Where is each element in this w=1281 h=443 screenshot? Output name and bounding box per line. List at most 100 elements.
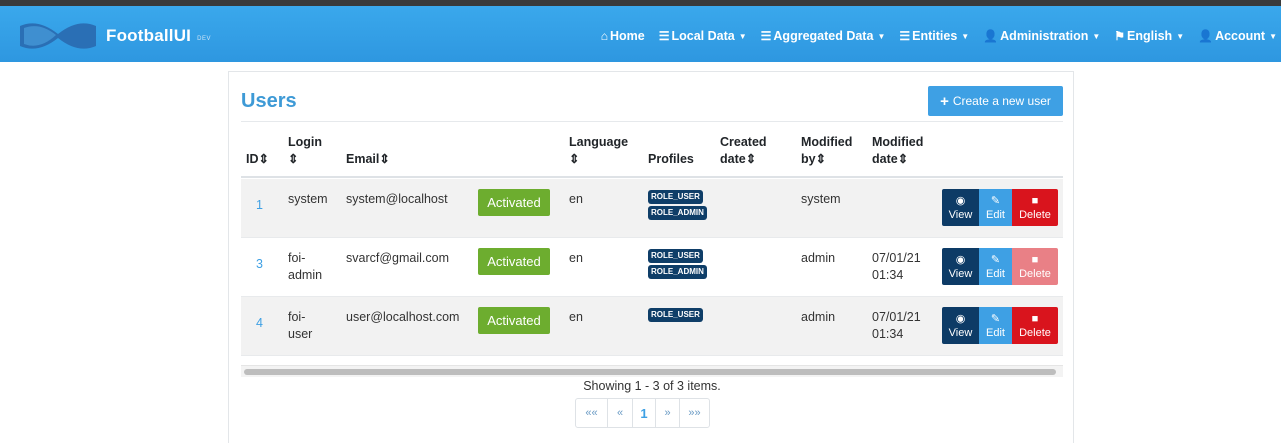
user-login: foi-admin [288,251,323,282]
pencil-icon: ✎ [990,312,1001,325]
user-language: en [569,251,583,265]
user-id-link[interactable]: 4 [256,315,263,332]
row-actions: ◉ View ✎ Edit ■ Delete [942,189,1058,226]
user-modified-date: 07/01/21 01:34 [872,310,921,341]
user-modified-by: admin [801,251,836,265]
eye-icon: ◉ [955,312,966,325]
user-login: foi-user [288,310,313,341]
nav-entities[interactable]: ☰ Entities ▼ [899,29,969,43]
table-row: 1 system system@localhost Activated en R… [241,179,1063,238]
first-page-button[interactable]: «« [576,399,607,427]
view-button[interactable]: ◉ View [942,248,979,285]
nav-label: Entities [912,29,958,43]
nav-local-data[interactable]: ☰ Local Data ▼ [659,29,747,43]
header-modified-by[interactable]: Modified by⇕ [801,134,852,168]
page-title: Users [241,90,297,112]
profile-badge: ROLE_USER [648,308,703,322]
profile-badge: ROLE_ADMIN [648,206,707,220]
user-email: system@localhost [346,192,448,206]
top-navbar: FootballUI DEV ⌂ Home ☰ Local Data ▼ ☰ A… [0,0,1281,62]
row-actions: ◉ View ✎ Edit ■ Delete [942,248,1058,285]
nav-label: Aggregated Data [773,29,874,43]
nav-label: Administration [1000,29,1089,43]
delete-button[interactable]: ■ Delete [1012,189,1058,226]
row-actions: ◉ View ✎ Edit ■ Delete [942,307,1058,344]
next-page-button[interactable]: » [655,399,679,427]
user-plus-icon: 👤 [983,29,999,43]
horizontal-scrollbar[interactable] [241,365,1063,377]
sort-icon: ⇕ [379,152,390,166]
nav-label: Account [1215,29,1266,43]
nav-account[interactable]: 👤 Account ▼ [1198,29,1277,43]
caret-down-icon: ▼ [1176,31,1185,41]
user-email: user@localhost.com [346,310,460,324]
header-email[interactable]: Email⇕ [346,151,390,168]
sort-icon: ⇕ [569,152,580,166]
users-card: Users + Create a new user ID⇕ Login ⇕ Ema… [228,71,1074,443]
status-activated-button[interactable]: Activated [478,248,550,275]
user-id-link[interactable]: 1 [256,197,263,214]
view-button[interactable]: ◉ View [942,307,979,344]
prev-page-button[interactable]: « [607,399,632,427]
user-id-link[interactable]: 3 [256,256,263,273]
scrollbar-thumb[interactable] [244,369,1056,375]
last-page-button[interactable]: »» [679,399,709,427]
header-id[interactable]: ID⇕ [246,151,269,168]
user-language: en [569,310,583,324]
view-button[interactable]: ◉ View [942,189,979,226]
caret-down-icon: ▼ [961,31,970,41]
nav-label: Local Data [671,29,735,43]
table-row: 4 foi-user user@localhost.com Activated … [241,297,1063,356]
sort-icon: ⇕ [745,152,757,166]
brand[interactable]: FootballUI DEV [18,20,211,52]
user-modified-date: 07/01/21 01:34 [872,251,921,282]
edit-button[interactable]: ✎ Edit [979,248,1012,285]
sort-icon: ⇕ [897,152,909,166]
user-modified-by: system [801,192,841,206]
eye-icon: ◉ [955,253,966,266]
user-modified-by: admin [801,310,836,324]
brand-name: FootballUI [106,26,192,45]
pencil-icon: ✎ [990,253,1001,266]
user-login: system [288,192,328,206]
edit-button[interactable]: ✎ Edit [979,307,1012,344]
edit-button[interactable]: ✎ Edit [979,189,1012,226]
caret-down-icon: ▼ [1269,31,1277,41]
nav-home[interactable]: ⌂ Home [601,29,645,43]
trash-icon: ■ [1031,312,1039,325]
sort-icon: ⇕ [258,152,269,166]
create-user-button[interactable]: + Create a new user [928,86,1063,116]
caret-down-icon: ▼ [738,31,747,41]
page-1-button[interactable]: 1 [632,399,655,427]
header-profiles: Profiles [648,152,694,166]
user-icon: 👤 [1198,29,1214,43]
status-activated-button[interactable]: Activated [478,189,550,216]
environment-tag: DEV [197,36,211,42]
profile-badge: ROLE_USER [648,190,703,204]
list-icon: ☰ [658,29,670,43]
nav-language[interactable]: ⚑ English ▼ [1114,29,1184,43]
trash-icon: ■ [1031,194,1039,207]
nav-administration[interactable]: 👤 Administration ▼ [983,29,1100,43]
nav-label: English [1127,29,1173,43]
header-language[interactable]: Language ⇕ [569,134,628,168]
user-language: en [569,192,583,206]
sort-icon: ⇕ [288,152,299,166]
header-login[interactable]: Login ⇕ [288,134,322,168]
list-icon: ☰ [760,29,772,43]
home-icon: ⌂ [600,29,608,43]
table-row: 3 foi-admin svarcf@gmail.com Activated e… [241,238,1063,297]
table-header: ID⇕ Login ⇕ Email⇕ Language ⇕ Profiles Cre… [241,122,1063,178]
header-modified-date[interactable]: Modified date⇕ [872,134,923,168]
profile-badge: ROLE_USER [648,249,703,263]
user-profiles: ROLE_USER ROLE_ADMIN [648,249,707,281]
header-created-date[interactable]: Created date⇕ [720,134,767,168]
user-profiles: ROLE_USER ROLE_ADMIN [648,190,707,222]
nav-aggregated-data[interactable]: ☰ Aggregated Data ▼ [761,29,886,43]
nav-menu: ⌂ Home ☰ Local Data ▼ ☰ Aggregated Data … [587,25,1277,47]
status-activated-button[interactable]: Activated [478,307,550,334]
pagination: «« « 1 » »» [575,398,710,428]
pencil-icon: ✎ [990,194,1001,207]
delete-button[interactable]: ■ Delete [1012,307,1058,344]
caret-down-icon: ▼ [877,31,886,41]
